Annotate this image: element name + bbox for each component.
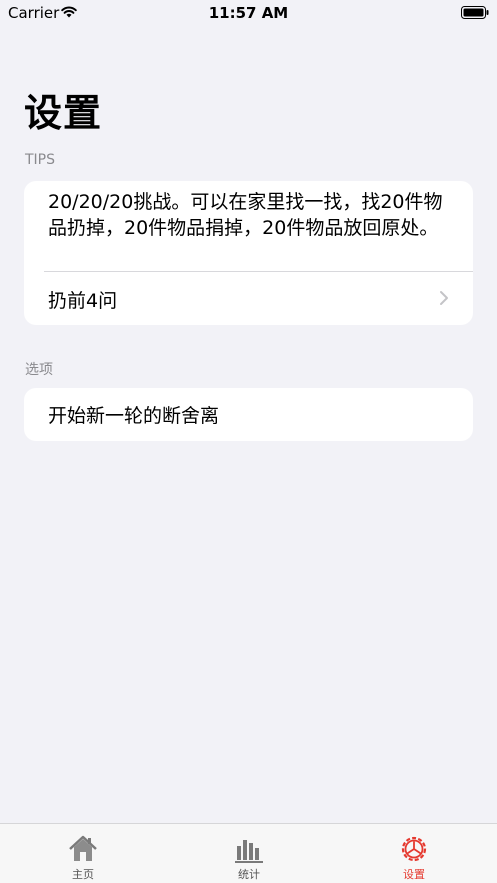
clock: 11:57 AM: [208, 4, 289, 22]
status-bar: Carrier 11:57 AM: [0, 0, 497, 26]
options-section-header: 选项: [25, 362, 53, 378]
four-questions-label: 扔前4问: [48, 290, 118, 312]
restart-decluttering-row[interactable]: 开始新一轮的断舍离: [24, 388, 473, 441]
battery-icon: [461, 6, 489, 19]
tab-stats-label: 统计: [238, 868, 260, 881]
tip-text: 20/20/20挑战。可以在家里找一找，找20件物品扔掉，20件物品捐掉，20件…: [48, 191, 443, 239]
chevron-right-icon: [440, 291, 448, 305]
bar-chart-icon: [235, 840, 263, 863]
four-questions-row[interactable]: 扔前4问: [24, 272, 473, 325]
tab-home-label: 主页: [72, 868, 94, 881]
tab-stats[interactable]: 统计: [166, 824, 332, 883]
restart-decluttering-label: 开始新一轮的断舍离: [48, 405, 220, 427]
page-title: 设置: [24, 91, 103, 135]
options-group: 开始新一轮的断舍离: [24, 388, 473, 441]
settings-screen: Carrier 11:57 AM 设置 TIPS 20/20/20挑战。可以在家…: [0, 0, 497, 883]
tips-section-header: TIPS: [25, 152, 56, 168]
tab-home[interactable]: 主页: [0, 824, 166, 883]
house-icon: [69, 835, 97, 861]
tab-bar: 主页 统计 设置: [0, 823, 497, 883]
tips-group: 20/20/20挑战。可以在家里找一找，找20件物品扔掉，20件物品捐掉，20件…: [24, 181, 473, 325]
tab-settings-label: 设置: [403, 868, 425, 881]
gear-icon: [401, 836, 427, 862]
tab-settings[interactable]: 设置: [331, 824, 497, 883]
